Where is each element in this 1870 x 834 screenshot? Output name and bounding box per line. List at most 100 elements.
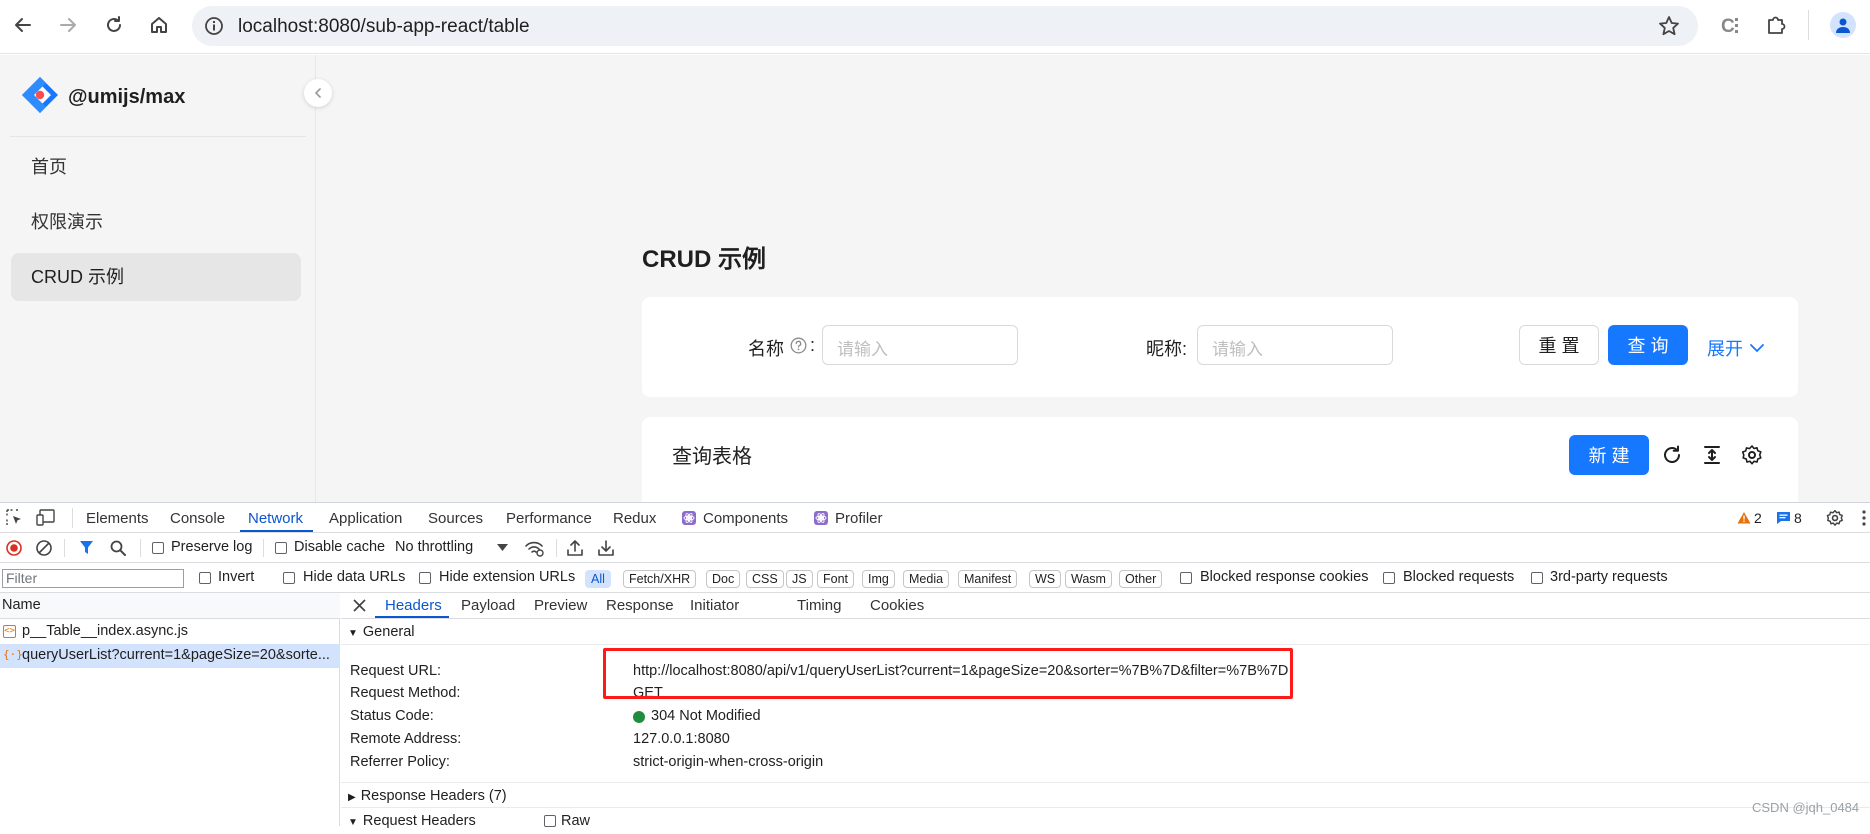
response-headers-section-header[interactable]: ▶ Response Headers (7) <box>341 782 1870 808</box>
filter-type-font[interactable]: Font <box>817 570 855 588</box>
sidebar-collapse-button[interactable] <box>304 79 332 107</box>
tab-preview[interactable]: Preview <box>534 597 587 614</box>
request-row[interactable]: {·} queryUserList?current=1&pageSize=20&… <box>0 644 340 668</box>
network-conditions-icon[interactable] <box>524 539 544 557</box>
filter-type-other[interactable]: Other <box>1119 570 1163 588</box>
app-logo-text[interactable]: @umijs/max <box>68 86 185 109</box>
filter-type-all[interactable]: All <box>585 570 611 588</box>
filter-type-media[interactable]: Media <box>903 570 950 588</box>
column-setting-icon[interactable] <box>1741 444 1763 466</box>
inspect-element-icon[interactable] <box>6 509 23 526</box>
filter-type-fetch-xhr[interactable]: Fetch/XHR <box>623 570 697 588</box>
query-button[interactable]: 查 询 <box>1608 325 1688 365</box>
new-button[interactable]: 新 建 <box>1569 435 1649 475</box>
preserve-log-checkbox[interactable] <box>152 542 164 554</box>
filter-type-js[interactable]: JS <box>786 570 813 588</box>
tab-console[interactable]: Console <box>170 510 225 527</box>
name-column-header[interactable]: Name <box>0 593 340 619</box>
filter-type-doc[interactable]: Doc <box>706 570 741 588</box>
tab-profiler[interactable]: Profiler <box>835 510 883 527</box>
disable-cache-label[interactable]: Disable cache <box>294 539 385 555</box>
url-text[interactable]: localhost:8080/sub-app-react/table <box>238 16 530 38</box>
filter-input[interactable]: Filter <box>2 569 184 588</box>
hide-data-urls-label[interactable]: Hide data URLs <box>303 569 405 585</box>
reset-button[interactable]: 重 置 <box>1519 325 1599 365</box>
raw-checkbox[interactable] <box>544 815 556 827</box>
request-headers-section-header[interactable]: ▼ Request Headers Raw <box>341 808 1870 834</box>
settings-gear-icon[interactable] <box>1826 509 1844 527</box>
nickname-input[interactable]: 请输入 <box>1197 325 1393 365</box>
tab-sources[interactable]: Sources <box>428 510 483 527</box>
tab-network[interactable]: Network <box>248 510 303 527</box>
tab-components[interactable]: Components <box>703 510 788 527</box>
referrer-policy-value[interactable]: strict-origin-when-cross-origin <box>633 754 823 770</box>
tab-headers[interactable]: Headers <box>385 597 442 614</box>
tab-response[interactable]: Response <box>606 597 674 614</box>
preserve-log-label[interactable]: Preserve log <box>171 539 252 555</box>
tab-redux[interactable]: Redux <box>613 510 656 527</box>
message-count[interactable]: 8 <box>1794 510 1802 526</box>
more-vert-icon[interactable] <box>1862 510 1866 526</box>
bookmark-star-icon[interactable] <box>1658 15 1680 37</box>
home-icon[interactable] <box>145 11 173 39</box>
close-icon[interactable] <box>353 599 366 612</box>
tab-elements[interactable]: Elements <box>86 510 149 527</box>
disable-cache-checkbox[interactable] <box>275 542 287 554</box>
message-icon[interactable] <box>1776 511 1791 525</box>
invert-label[interactable]: Invert <box>218 569 254 585</box>
reload-table-icon[interactable] <box>1661 444 1683 466</box>
tab-payload[interactable]: Payload <box>461 597 515 614</box>
hide-data-urls-checkbox[interactable] <box>283 572 295 584</box>
tab-timing[interactable]: Timing <box>797 597 841 614</box>
import-har-icon[interactable] <box>567 539 583 556</box>
stop-recording-icon[interactable] <box>6 540 22 556</box>
tab-initiator[interactable]: Initiator <box>690 597 739 614</box>
blocked-cookies-label[interactable]: Blocked response cookies <box>1200 569 1368 585</box>
third-party-label[interactable]: 3rd-party requests <box>1550 569 1668 585</box>
warning-count[interactable]: 2 <box>1754 510 1762 526</box>
clear-icon[interactable] <box>36 540 52 556</box>
name-input[interactable]: 请输入 <box>822 325 1018 365</box>
sidebar-item-crud[interactable]: CRUD 示例 <box>11 253 301 301</box>
tab-performance[interactable]: Performance <box>506 510 592 527</box>
puzzle-icon[interactable] <box>1765 14 1787 36</box>
device-toggle-icon[interactable] <box>36 509 56 526</box>
filter-type-wasm[interactable]: Wasm <box>1065 570 1112 588</box>
tab-application[interactable]: Application <box>329 510 402 527</box>
forward-icon[interactable] <box>54 11 82 39</box>
profile-icon[interactable] <box>1830 12 1856 38</box>
filter-type-css[interactable]: CSS <box>746 570 784 588</box>
question-circle-icon[interactable] <box>790 337 807 354</box>
sidebar-item-home[interactable]: 首页 <box>11 143 301 191</box>
hide-extension-urls-checkbox[interactable] <box>419 572 431 584</box>
warning-icon[interactable] <box>1737 511 1751 524</box>
site-info-icon[interactable] <box>204 16 224 36</box>
back-icon[interactable] <box>9 11 37 39</box>
expand-link[interactable]: 展开 <box>1707 335 1765 361</box>
third-party-checkbox[interactable] <box>1531 572 1543 584</box>
filter-funnel-icon[interactable] <box>79 540 94 555</box>
search-icon[interactable] <box>110 540 126 556</box>
sidebar-item-access[interactable]: 权限演示 <box>11 198 301 246</box>
blocked-requests-checkbox[interactable] <box>1383 572 1395 584</box>
invert-checkbox[interactable] <box>199 572 211 584</box>
reload-icon[interactable] <box>100 11 128 39</box>
request-row[interactable]: <> p__Table__index.async.js <box>0 620 340 644</box>
remote-address-value[interactable]: 127.0.0.1:8080 <box>633 731 730 747</box>
filter-type-ws[interactable]: WS <box>1029 570 1062 588</box>
raw-label[interactable]: Raw <box>561 813 590 829</box>
extension-icon[interactable]: C <box>1720 14 1742 36</box>
throttling-select[interactable]: No throttling <box>395 539 473 555</box>
filter-type-manifest[interactable]: Manifest <box>958 570 1018 588</box>
tab-cookies[interactable]: Cookies <box>870 597 924 614</box>
export-har-icon[interactable] <box>598 539 614 556</box>
status-code-value[interactable]: 304 Not Modified <box>651 708 761 724</box>
hide-extension-urls-label[interactable]: Hide extension URLs <box>439 569 575 585</box>
general-section-header[interactable]: ▼ General <box>341 619 1870 645</box>
blocked-cookies-checkbox[interactable] <box>1180 572 1192 584</box>
density-icon[interactable] <box>1701 444 1723 466</box>
address-bar[interactable]: localhost:8080/sub-app-react/table <box>192 6 1698 46</box>
blocked-requests-label[interactable]: Blocked requests <box>1403 569 1514 585</box>
filter-type-img[interactable]: Img <box>862 570 895 588</box>
dropdown-arrow-icon[interactable] <box>497 544 508 552</box>
